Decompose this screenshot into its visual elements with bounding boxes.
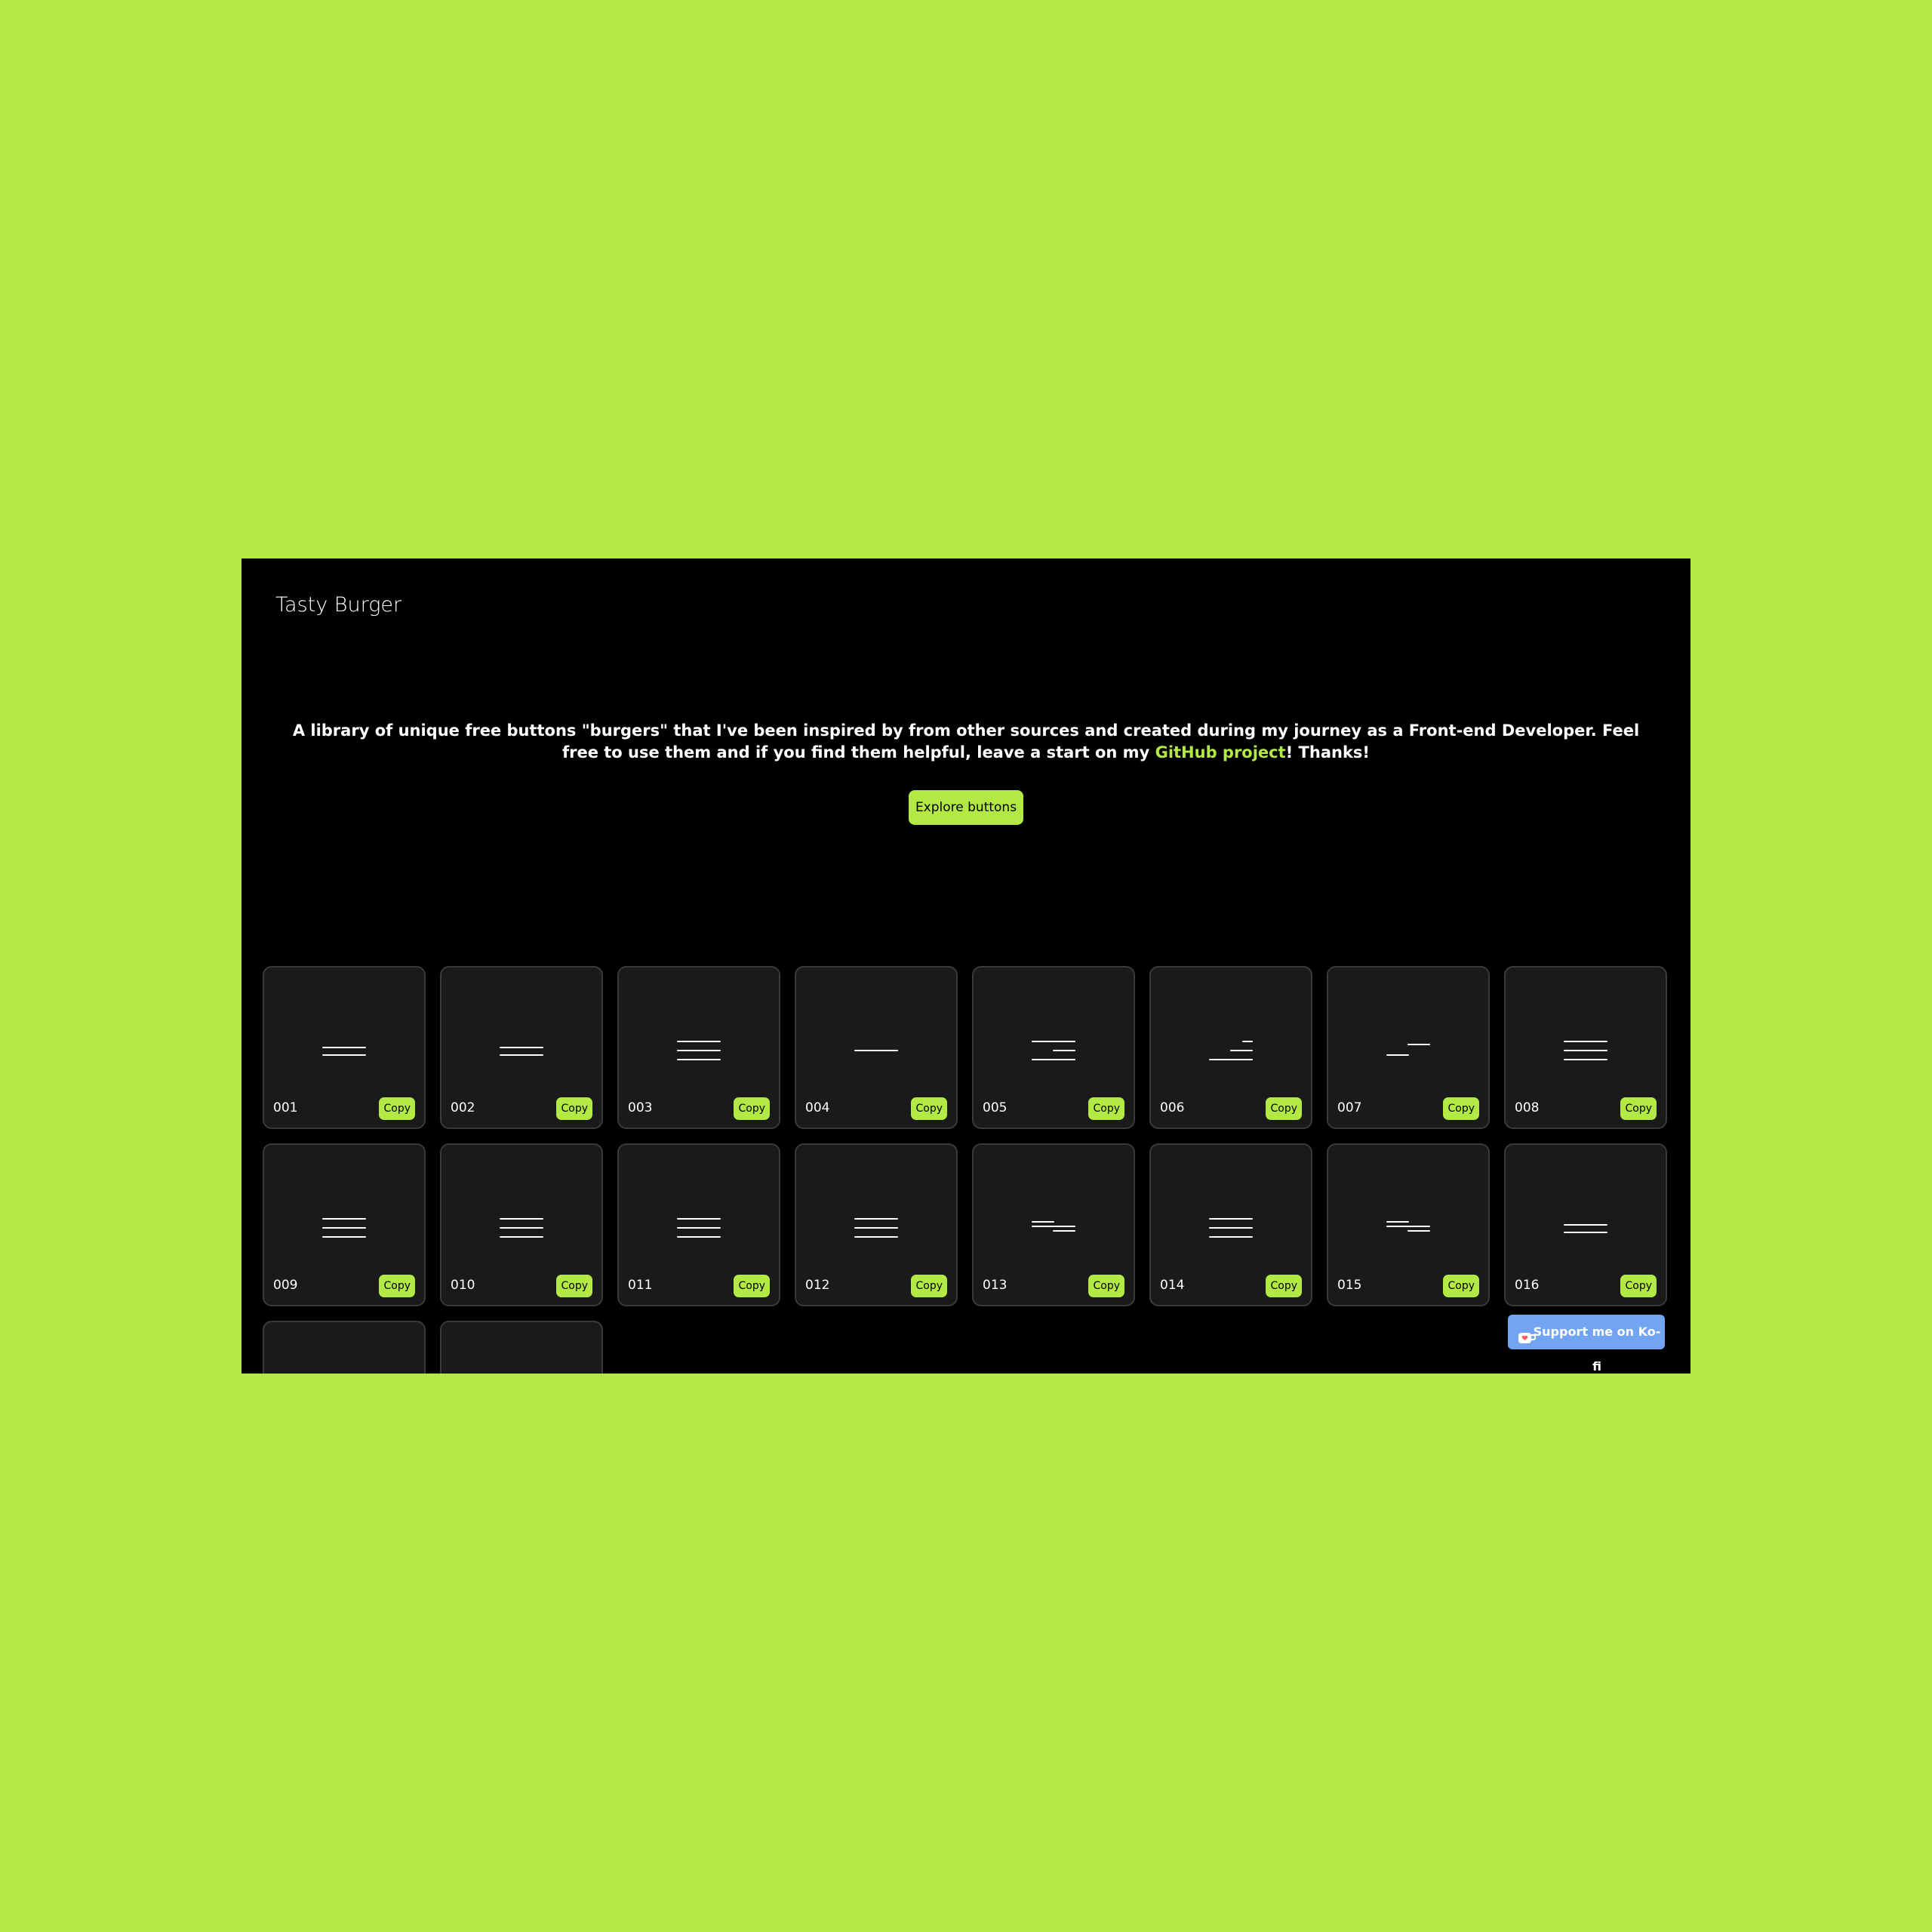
copy-button[interactable]: Copy [379,1275,415,1297]
copy-button[interactable]: Copy [1266,1097,1302,1120]
offset-lines-icon[interactable] [1386,1035,1430,1066]
card-number: 012 [805,1278,830,1293]
copy-button[interactable]: Copy [911,1097,947,1120]
burger-card[interactable]: 008 Copy [1504,966,1667,1129]
card-number: 011 [628,1278,653,1293]
three-line-burger-icon[interactable] [1209,1213,1253,1243]
intro-text: A library of unique free buttons "burger… [287,720,1645,764]
two-line-burger-icon[interactable] [322,1035,366,1066]
coffee-cup-icon [1518,1324,1537,1359]
burger-grid: 001 Copy 002 Copy 003 Copy 004 Copy 005 Copy 006 Co… [263,966,1669,1374]
kofi-support-button[interactable]: Support me on Ko-fi [1508,1315,1665,1374]
intro-text-start: A library of unique free buttons "burger… [292,721,1640,761]
burger-card[interactable]: 004 Copy [795,966,958,1129]
copy-button[interactable]: Copy [911,1275,947,1297]
left-cascade-burger-icon[interactable] [1032,1213,1075,1243]
copy-button[interactable]: Copy [556,1275,592,1297]
copy-button[interactable]: Copy [1620,1275,1657,1297]
two-line-burger-icon[interactable] [500,1035,543,1066]
three-line-burger-icon[interactable] [677,1213,721,1243]
burger-card[interactable]: 011 Copy [617,1143,780,1306]
copy-button[interactable]: Copy [1443,1097,1479,1120]
burger-card[interactable]: 007 Copy [1327,966,1490,1129]
intro-text-end: ! Thanks! [1285,743,1370,761]
three-line-burger-icon[interactable] [500,1213,543,1243]
card-number: 001 [273,1100,298,1115]
card-number: 007 [1337,1100,1362,1115]
card-number: 002 [451,1100,475,1115]
three-line-burger-icon[interactable] [322,1213,366,1243]
burger-card[interactable]: 016 Copy [1504,1143,1667,1306]
card-number: 014 [1160,1278,1185,1293]
card-number: 013 [983,1278,1008,1293]
github-project-link[interactable]: GitHub project [1155,743,1286,761]
left-cascade-burger-icon[interactable] [1386,1213,1430,1243]
card-number: 003 [628,1100,653,1115]
burger-card[interactable] [440,1321,603,1374]
card-number: 004 [805,1100,830,1115]
burger-card[interactable]: 001 Copy [263,966,426,1129]
three-line-burger-icon[interactable] [1564,1035,1607,1066]
burger-card[interactable]: 015 Copy [1327,1143,1490,1306]
copy-button[interactable]: Copy [1620,1097,1657,1120]
single-line-icon[interactable] [854,1035,898,1066]
staggered-burger-icon[interactable] [1032,1035,1075,1066]
copy-button[interactable]: Copy [556,1097,592,1120]
burger-card[interactable]: 006 Copy [1149,966,1312,1129]
two-line-burger-icon[interactable] [1564,1213,1607,1243]
card-number: 006 [1160,1100,1185,1115]
card-number: 005 [983,1100,1008,1115]
brand-logo[interactable]: Tasty Burger [275,593,401,617]
copy-button[interactable]: Copy [379,1097,415,1120]
burger-card[interactable] [263,1321,426,1374]
burger-card[interactable]: 012 Copy [795,1143,958,1306]
burger-card[interactable]: 014 Copy [1149,1143,1312,1306]
explore-buttons-button[interactable]: Explore buttons [909,790,1023,825]
copy-button[interactable]: Copy [1088,1097,1124,1120]
card-number: 015 [1337,1278,1362,1293]
burger-card[interactable]: 005 Copy [972,966,1135,1129]
card-number: 008 [1515,1100,1540,1115]
burger-card[interactable]: 009 Copy [263,1143,426,1306]
burger-card[interactable]: 013 Copy [972,1143,1135,1306]
burger-card[interactable]: 003 Copy [617,966,780,1129]
copy-button[interactable]: Copy [1088,1275,1124,1297]
copy-button[interactable]: Copy [1443,1275,1479,1297]
card-number: 010 [451,1278,475,1293]
copy-button[interactable]: Copy [734,1097,770,1120]
burger-card[interactable]: 010 Copy [440,1143,603,1306]
right-steps-burger-icon[interactable] [1209,1035,1253,1066]
card-number: 016 [1515,1278,1540,1293]
copy-button[interactable]: Copy [1266,1275,1302,1297]
page-window: Tasty Burger A library of unique free bu… [242,558,1690,1374]
card-number: 009 [273,1278,298,1293]
copy-button[interactable]: Copy [734,1275,770,1297]
three-line-burger-icon[interactable] [677,1035,721,1066]
three-line-burger-icon[interactable] [854,1213,898,1243]
burger-card[interactable]: 002 Copy [440,966,603,1129]
